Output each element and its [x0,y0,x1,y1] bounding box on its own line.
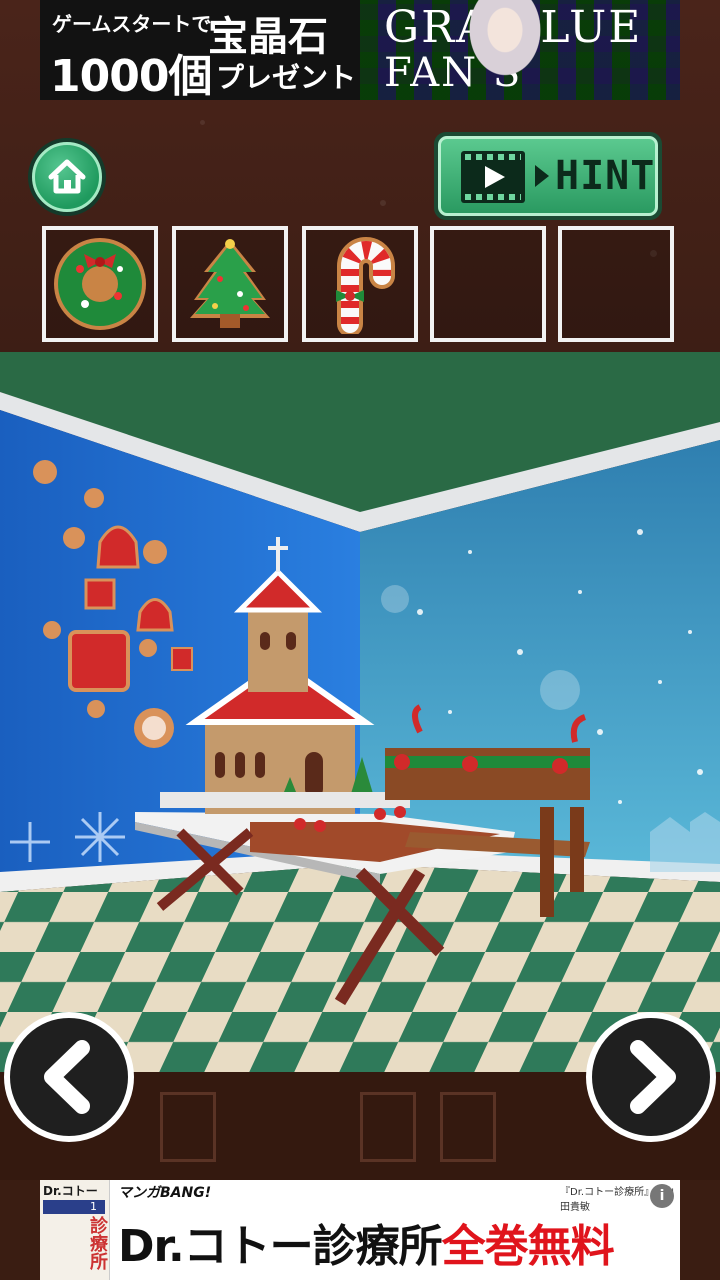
christmas-tree-cookie-icon [190,239,270,328]
ad-line-4: プレゼント [216,61,357,94]
ad-art-panel: GRA BLUE FAN S [360,0,680,100]
hint-label: HINT [555,153,656,199]
game-screen: ゲームスタートで 1000個 宝晶石 プレゼント GRA BLUE FAN S [0,0,720,1280]
previous-view-button[interactable] [4,1012,134,1142]
film-play-icon [461,151,525,203]
ad-line-2: 1000個 [50,51,212,100]
chevron-right-icon [630,1040,676,1114]
top-ad-banner[interactable]: ゲームスタートで 1000個 宝晶石 プレゼント GRA BLUE FAN S [40,0,680,100]
hint-button[interactable]: HINT [434,132,662,220]
ad-line-1: ゲームスタートで [52,12,212,36]
arrow-right-icon [535,165,549,187]
ad-brand: マンガBANG! [118,1185,212,1201]
ad-headline-accent: 全巻無料 [441,1221,615,1272]
inventory-slot-2[interactable] [172,226,288,342]
bottom-ad-banner[interactable]: Dr.コトー 1 診療所 マンガBANG! 『Dr.コトー診療所』©山田貴敏 i… [40,1180,680,1280]
ad-text-panel: ゲームスタートで 1000個 宝晶石 プレゼント [40,0,360,100]
ad-character-illustration [450,0,560,100]
inventory-slot-1[interactable] [42,226,158,342]
ad-headline-main: Dr.コトー診療所 [118,1221,443,1272]
cover-title: Dr.コトー [43,1184,98,1198]
ad-headline: Dr.コトー診療所全巻無料 [118,1210,615,1274]
inventory-slot-4[interactable] [430,226,546,342]
candy-cane-cookie-icon [336,237,395,334]
cover-kanji: 診療所 [87,1216,108,1270]
wreath-cookie-icon [54,238,146,330]
chevron-left-icon [44,1040,90,1114]
ad-info-icon[interactable]: i [650,1184,674,1208]
next-view-button[interactable] [586,1012,716,1142]
manga-cover-image: Dr.コトー 1 診療所 [40,1180,110,1280]
room-illustration [0,352,720,1072]
room-scene[interactable] [0,352,720,1072]
inventory-slot-3[interactable] [302,226,418,342]
ad-line-3: 宝晶石 [208,14,328,60]
inventory-slot-5[interactable] [558,226,674,342]
house-icon [48,159,86,194]
cover-volume: 1 [90,1200,97,1213]
home-button[interactable] [28,138,106,216]
